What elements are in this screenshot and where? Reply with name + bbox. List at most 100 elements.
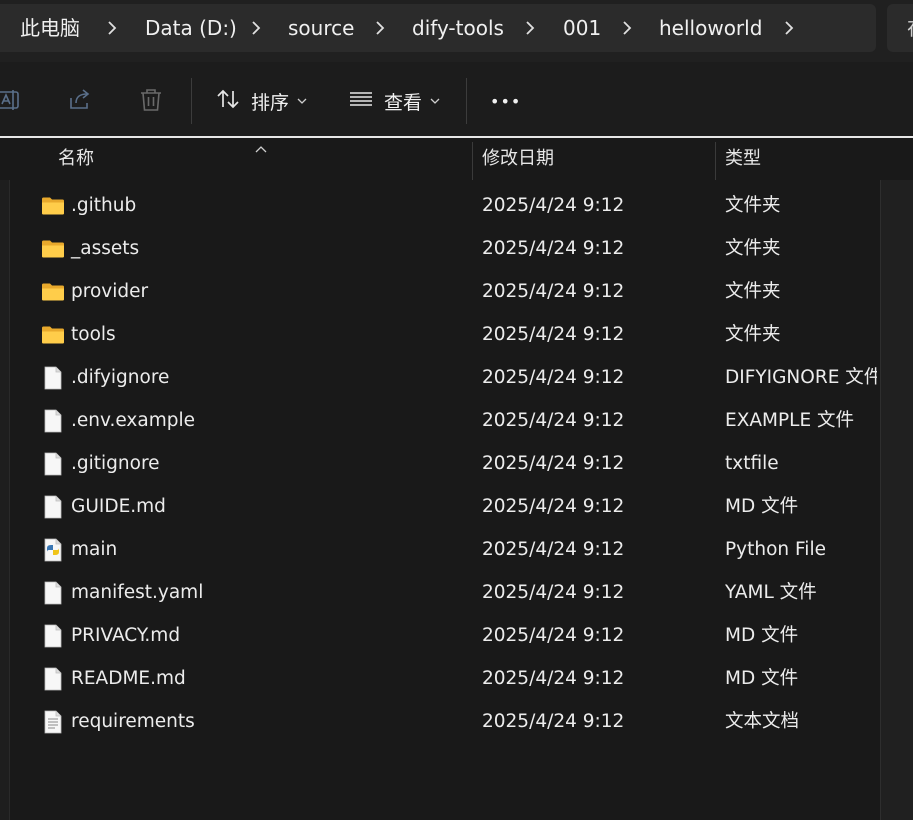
- chevron-right-icon[interactable]: [524, 4, 536, 52]
- file-row[interactable]: .gitignore 2025/4/24 9:12 txtfile: [10, 442, 878, 485]
- file-type: 文件夹: [725, 238, 781, 259]
- breadcrumb-data-drive[interactable]: Data (D:): [145, 4, 237, 52]
- chevron-down-icon: [297, 97, 307, 105]
- file-name: provider: [71, 281, 149, 302]
- file-name: GUIDE.md: [71, 496, 166, 517]
- file-icon: [41, 452, 65, 476]
- file-type: 文件夹: [725, 281, 781, 302]
- file-row[interactable]: README.md 2025/4/24 9:12 MD 文件: [10, 657, 878, 700]
- search-placeholder: 在: [907, 4, 913, 52]
- chevron-right-icon[interactable]: [621, 4, 633, 52]
- file-date-modified: 2025/4/24 9:12: [482, 668, 625, 689]
- chevron-right-icon[interactable]: [783, 4, 795, 52]
- column-type[interactable]: 类型: [725, 138, 761, 180]
- file-type: MD 文件: [725, 625, 799, 646]
- file-row[interactable]: .github 2025/4/24 9:12 文件夹: [10, 184, 878, 227]
- view-list-icon: [348, 86, 374, 117]
- more-icon: •••: [490, 91, 522, 111]
- file-type: EXAMPLE 文件: [725, 410, 855, 431]
- file-date-modified: 2025/4/24 9:12: [482, 281, 625, 302]
- file-row[interactable]: manifest.yaml 2025/4/24 9:12 YAML 文件: [10, 571, 878, 614]
- rename-icon[interactable]: [0, 86, 22, 114]
- breadcrumb-dify-tools[interactable]: dify-tools: [412, 4, 504, 52]
- file-date-modified: 2025/4/24 9:12: [482, 410, 625, 431]
- breadcrumb-helloworld[interactable]: helloworld: [659, 4, 762, 52]
- toolbar-divider: [191, 78, 192, 124]
- file-date-modified: 2025/4/24 9:12: [482, 625, 625, 646]
- chevron-down-icon: [430, 97, 440, 105]
- file-row[interactable]: tools 2025/4/24 9:12 文件夹: [10, 313, 878, 356]
- breadcrumb[interactable]: 此电脑 Data (D:) source dify-tools 001 hell…: [0, 4, 876, 52]
- file-name: requirements: [71, 711, 195, 732]
- file-name: .env.example: [71, 410, 196, 431]
- file-icon: [41, 495, 65, 519]
- address-bar: 此电脑 Data (D:) source dify-tools 001 hell…: [0, 0, 913, 62]
- folder-icon: [41, 280, 65, 304]
- folder-icon: [41, 194, 65, 218]
- breadcrumb-source[interactable]: source: [288, 4, 354, 52]
- file-type: DIFYIGNORE 文件: [725, 367, 877, 388]
- file-row[interactable]: PRIVACY.md 2025/4/24 9:12 MD 文件: [10, 614, 878, 657]
- file-icon: [41, 366, 65, 390]
- file-type: YAML 文件: [725, 582, 817, 603]
- view-button[interactable]: 查看: [348, 78, 440, 124]
- folder-icon: [41, 323, 65, 347]
- file-name: tools: [71, 324, 116, 345]
- file-name: _assets: [71, 238, 140, 259]
- file-type: MD 文件: [725, 496, 799, 517]
- column-resizer[interactable]: [472, 142, 473, 180]
- file-icon: [41, 667, 65, 691]
- column-date-modified[interactable]: 修改日期: [482, 138, 554, 180]
- file-type: 文件夹: [725, 195, 781, 216]
- toolbar-divider: [466, 78, 467, 124]
- file-date-modified: 2025/4/24 9:12: [482, 195, 625, 216]
- file-row[interactable]: main 2025/4/24 9:12 Python File: [10, 528, 878, 571]
- file-row[interactable]: requirements 2025/4/24 9:12 文本文档: [10, 700, 878, 743]
- sort-icon: [215, 86, 241, 117]
- file-name: .difyignore: [71, 367, 170, 388]
- file-explorer-window: 此电脑 Data (D:) source dify-tools 001 hell…: [0, 0, 913, 820]
- column-resizer[interactable]: [715, 142, 716, 180]
- more-options-button[interactable]: •••: [490, 78, 521, 124]
- share-icon[interactable]: [66, 86, 94, 114]
- sort-ascending-icon: [254, 138, 268, 157]
- chevron-right-icon[interactable]: [106, 4, 118, 52]
- command-bar: 排序 查看 •••: [0, 62, 913, 138]
- details-pane-edge[interactable]: [880, 138, 913, 820]
- column-header: 名称 修改日期 类型: [0, 138, 913, 180]
- file-name: PRIVACY.md: [71, 625, 181, 646]
- file-date-modified: 2025/4/24 9:12: [482, 711, 625, 732]
- breadcrumb-001[interactable]: 001: [563, 4, 601, 52]
- file-icon: [41, 624, 65, 648]
- file-row[interactable]: provider 2025/4/24 9:12 文件夹: [10, 270, 878, 313]
- column-name[interactable]: 名称: [58, 138, 94, 180]
- search-input[interactable]: 在: [887, 4, 913, 52]
- file-row[interactable]: GUIDE.md 2025/4/24 9:12 MD 文件: [10, 485, 878, 528]
- file-name: .github: [71, 195, 137, 216]
- chevron-right-icon[interactable]: [374, 4, 386, 52]
- trash-icon[interactable]: [137, 86, 165, 114]
- file-date-modified: 2025/4/24 9:12: [482, 453, 625, 474]
- file-row[interactable]: _assets 2025/4/24 9:12 文件夹: [10, 227, 878, 270]
- file-list: .github 2025/4/24 9:12 文件夹 _assets 2025/4/24…: [10, 180, 878, 820]
- file-row[interactable]: .env.example 2025/4/24 9:12 EXAMPLE 文件: [10, 399, 878, 442]
- file-type: MD 文件: [725, 668, 799, 689]
- file-type: Python File: [725, 539, 826, 560]
- file-icon: [41, 409, 65, 433]
- file-name: README.md: [71, 668, 186, 689]
- file-date-modified: 2025/4/24 9:12: [482, 539, 625, 560]
- folder-icon: [41, 237, 65, 261]
- sort-label: 排序: [251, 91, 290, 114]
- chevron-right-icon[interactable]: [250, 4, 262, 52]
- navigation-pane-edge[interactable]: [0, 138, 10, 820]
- file-date-modified: 2025/4/24 9:12: [482, 324, 625, 345]
- file-type: txtfile: [725, 453, 779, 474]
- file-date-modified: 2025/4/24 9:12: [482, 496, 625, 517]
- file-name: manifest.yaml: [71, 582, 204, 603]
- breadcrumb-this-pc[interactable]: 此电脑: [20, 4, 80, 52]
- file-row[interactable]: .difyignore 2025/4/24 9:12 DIFYIGNORE 文件: [10, 356, 878, 399]
- text-document-icon: [41, 710, 65, 734]
- file-type: 文件夹: [725, 324, 781, 345]
- sort-button[interactable]: 排序: [215, 78, 307, 124]
- file-date-modified: 2025/4/24 9:12: [482, 367, 625, 388]
